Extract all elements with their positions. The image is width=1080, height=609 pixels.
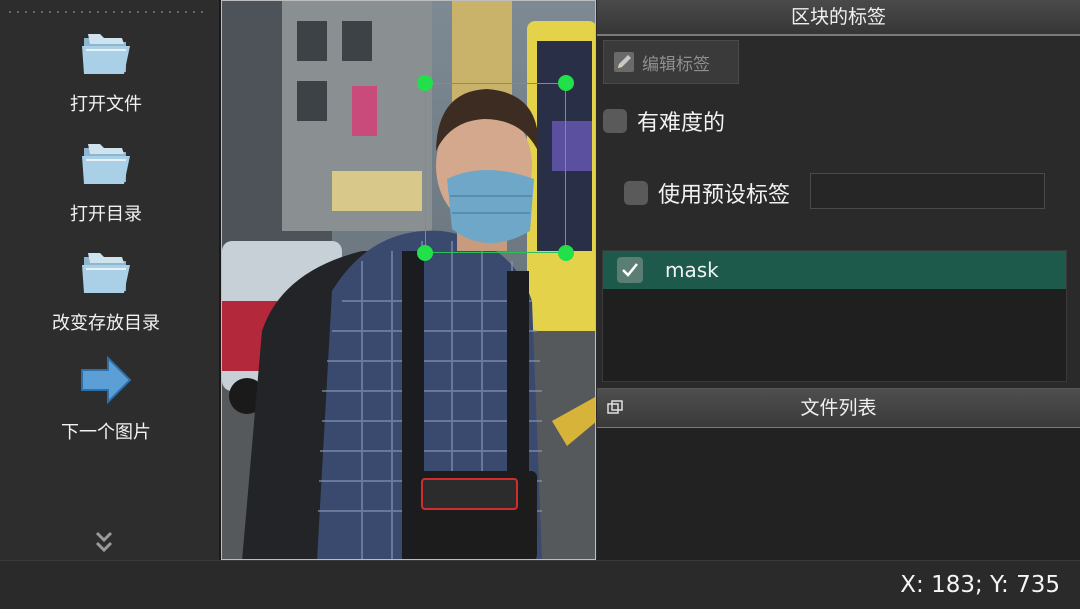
change-save-dir-button[interactable]: 改变存放目录: [0, 243, 212, 335]
status-bar: X: 183; Y: 735: [0, 560, 1080, 609]
image-canvas[interactable]: [221, 0, 596, 560]
label-checkbox[interactable]: [617, 257, 643, 283]
cursor-coordinates: X: 183; Y: 735: [900, 572, 1060, 598]
label-dock: 区块的标签 编辑标签 有难度的 使用预设标签 mask 文件列表: [597, 0, 1080, 560]
right-arrow-icon: [81, 355, 132, 405]
double-chevron-down-icon[interactable]: [94, 527, 114, 557]
use-default-label-text: 使用预设标签: [658, 183, 791, 208]
folder-icon: [82, 144, 130, 184]
next-image-label: 下一个图片: [61, 422, 151, 443]
change-save-dir-label: 改变存放目录: [52, 313, 160, 334]
bounding-box[interactable]: [425, 83, 566, 253]
file-list-header: 文件列表: [597, 388, 1080, 429]
toolbar-grip[interactable]: [6, 10, 206, 14]
file-list[interactable]: [597, 428, 1080, 560]
folder-icon: [82, 34, 130, 74]
difficult-checkbox[interactable]: [603, 109, 627, 133]
open-file-button[interactable]: 打开文件: [0, 24, 212, 116]
open-file-label: 打开文件: [70, 94, 142, 115]
folder-icon: [82, 253, 130, 293]
next-image-button[interactable]: 下一个图片: [0, 352, 212, 444]
label-list[interactable]: mask: [602, 250, 1067, 382]
label-item-mask[interactable]: mask: [603, 251, 1066, 289]
label-item-text: mask: [665, 258, 719, 282]
dock-title: 区块的标签: [597, 0, 1080, 36]
use-default-label-row[interactable]: 使用预设标签: [624, 177, 790, 209]
use-default-label-checkbox[interactable]: [624, 181, 648, 205]
undock-icon[interactable]: [607, 400, 623, 414]
pencil-icon: [614, 52, 634, 72]
difficult-label: 有难度的: [637, 111, 726, 136]
file-list-title: 文件列表: [800, 397, 877, 419]
tool-panel: 打开文件 打开目录 改变存放目录 下一个图片: [0, 0, 219, 560]
edit-label-button[interactable]: 编辑标签: [603, 40, 739, 84]
open-dir-label: 打开目录: [70, 204, 142, 225]
bbox-handle-top-right[interactable]: [558, 75, 574, 91]
bbox-handle-bottom-left[interactable]: [417, 245, 433, 261]
default-label-input[interactable]: [810, 173, 1045, 209]
bbox-handle-top-left[interactable]: [417, 75, 433, 91]
edit-label-text: 编辑标签: [642, 54, 710, 75]
difficult-checkbox-row[interactable]: 有难度的: [603, 105, 725, 137]
bbox-handle-bottom-right[interactable]: [558, 245, 574, 261]
checkmark-icon: [622, 263, 638, 277]
open-dir-button[interactable]: 打开目录: [0, 134, 212, 226]
